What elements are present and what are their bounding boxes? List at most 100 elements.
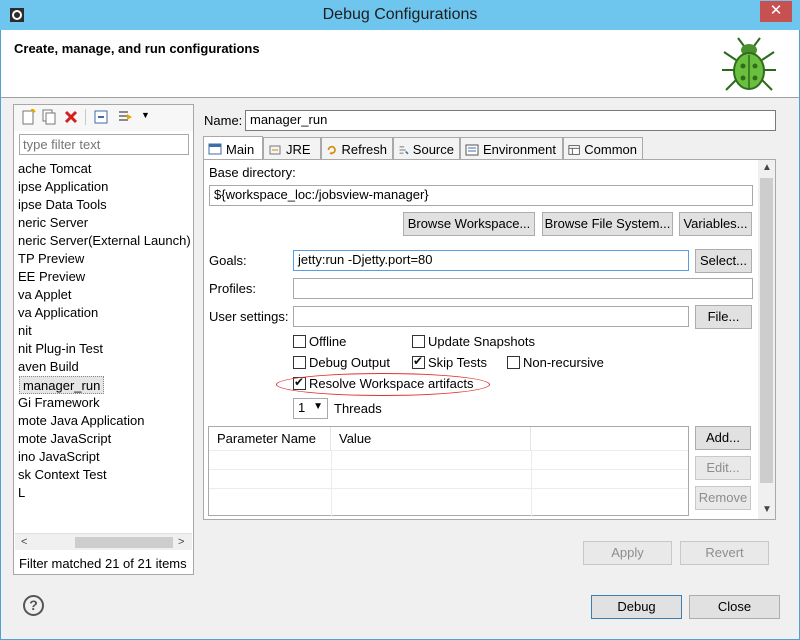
profiles-input[interactable] (293, 278, 753, 299)
new-configuration-icon[interactable] (20, 109, 36, 125)
scroll-left-icon[interactable]: < (21, 534, 27, 551)
toolbar-separator (85, 109, 86, 125)
tab-environment-label: Environment (483, 142, 556, 157)
offline-checkbox[interactable] (293, 335, 306, 348)
tree-item[interactable]: neric Server (18, 214, 88, 232)
tree-item[interactable]: Gi Framework (18, 394, 100, 412)
highlight-annotation (276, 373, 490, 396)
non-recursive-checkbox[interactable] (507, 356, 520, 369)
tab-jre[interactable]: JRE (263, 137, 321, 159)
add-parameter-button[interactable]: Add... (695, 426, 751, 450)
threads-label: Threads (334, 401, 382, 416)
tab-source[interactable]: Source (393, 137, 460, 159)
variables-button[interactable]: Variables... (679, 212, 752, 236)
tab-source-label: Source (412, 142, 454, 157)
help-icon[interactable]: ? (23, 595, 44, 616)
non-recursive-label: Non-recursive (523, 355, 604, 370)
debug-button[interactable]: Debug (591, 595, 682, 619)
source-tab-icon (399, 146, 409, 154)
tree-item[interactable]: L (18, 484, 25, 502)
profiles-label: Profiles: (209, 281, 256, 296)
window-close-button[interactable]: ✕ (760, 1, 792, 22)
chevron-down-icon[interactable]: ▼ (141, 110, 150, 120)
parameters-table[interactable]: Parameter Name Value (208, 426, 689, 516)
refresh-tab-icon (327, 145, 336, 155)
tree-item[interactable]: va Application (18, 304, 98, 322)
tree-item[interactable]: nit (18, 322, 32, 340)
param-value-header[interactable]: Value (331, 427, 531, 450)
tab-common[interactable]: Common (563, 137, 643, 159)
goals-input[interactable]: jetty:run -Djetty.port=80 (293, 250, 689, 271)
column-divider (331, 450, 332, 516)
tree-item[interactable]: nit Plug-in Test (18, 340, 103, 358)
filter-input[interactable] (19, 134, 189, 155)
threads-value: 1 (298, 400, 306, 415)
horizontal-scrollbar[interactable]: < > (15, 533, 192, 550)
user-settings-label: User settings: (209, 309, 289, 324)
table-row[interactable] (209, 469, 688, 487)
goals-label: Goals: (209, 253, 247, 268)
debug-output-label: Debug Output (309, 355, 390, 370)
scroll-thumb[interactable] (75, 537, 173, 548)
skip-tests-label: Skip Tests (428, 355, 488, 370)
tree-item[interactable]: EE Preview (18, 268, 85, 286)
browse-file-system-button[interactable]: Browse File System... (542, 212, 673, 236)
select-goals-button[interactable]: Select... (695, 249, 752, 273)
browse-workspace-button[interactable]: Browse Workspace... (403, 212, 535, 236)
collapse-all-icon[interactable] (93, 109, 109, 125)
update-snapshots-checkbox[interactable] (412, 335, 425, 348)
tree-item[interactable]: mote Java Application (18, 412, 144, 430)
environment-tab-icon (465, 144, 479, 155)
tree-item[interactable]: sk Context Test (18, 466, 107, 484)
tree-item[interactable]: ino JavaScript (18, 448, 100, 466)
scroll-up-icon[interactable]: ▲ (762, 162, 772, 173)
vscroll-thumb[interactable] (760, 178, 773, 483)
tab-main-label: Main (226, 141, 255, 157)
param-name-header[interactable]: Parameter Name (209, 427, 331, 450)
edit-parameter-button[interactable]: Edit... (695, 456, 751, 480)
tab-refresh[interactable]: Refresh (321, 137, 393, 159)
update-snapshots-label: Update Snapshots (428, 334, 535, 349)
debug-output-checkbox[interactable] (293, 356, 306, 369)
name-input[interactable]: manager_run (245, 110, 776, 131)
file-button[interactable]: File... (695, 305, 752, 329)
delete-icon[interactable] (63, 109, 79, 125)
close-button[interactable]: Close (689, 595, 780, 619)
vertical-scrollbar[interactable]: ▲ ▼ (758, 160, 775, 519)
config-toolbar: ▼ (14, 105, 193, 131)
scroll-right-icon[interactable]: > (178, 534, 184, 551)
duplicate-icon[interactable] (41, 109, 57, 125)
threads-select[interactable]: 1 ▼ (293, 398, 328, 419)
tree-item[interactable]: ipse Data Tools (18, 196, 107, 214)
remove-parameter-button[interactable]: Remove (695, 486, 751, 510)
tree-item[interactable]: TP Preview (18, 250, 84, 268)
name-label: Name: (204, 113, 243, 128)
tree-item[interactable]: ache Tomcat (18, 160, 91, 178)
base-directory-label: Base directory: (209, 165, 296, 180)
tree-item[interactable]: mote JavaScript (18, 430, 111, 448)
tree-item[interactable]: ipse Application (18, 178, 108, 196)
column-divider (531, 450, 532, 516)
user-settings-input[interactable] (293, 306, 689, 327)
revert-button[interactable]: Revert (680, 541, 769, 565)
tab-main[interactable]: Main (203, 136, 263, 159)
configuration-list-panel: ▼ ache Tomcatipse Applicationipse Data T… (13, 104, 194, 575)
apply-button[interactable]: Apply (583, 541, 672, 565)
table-row[interactable] (209, 488, 688, 506)
scroll-down-icon[interactable]: ▼ (762, 504, 772, 515)
skip-tests-checkbox[interactable] (412, 354, 425, 369)
tab-environment[interactable]: Environment (460, 137, 563, 159)
jre-tab-icon (269, 145, 281, 154)
tree-item[interactable]: aven Build (18, 358, 79, 376)
table-row[interactable] (209, 450, 688, 468)
tree-item-selected[interactable]: manager_run (19, 376, 105, 394)
common-tab-icon (568, 144, 580, 155)
filter-configs-icon[interactable] (117, 109, 133, 125)
tree-item[interactable]: va Applet (18, 286, 72, 304)
main-tab-icon (208, 143, 222, 155)
window-title: Debug Configurations (322, 6, 478, 23)
header-banner: Create, manage, and run configurations (1, 30, 799, 98)
tab-common-label: Common (584, 142, 637, 157)
tree-item[interactable]: neric Server(External Launch) (18, 232, 191, 250)
base-directory-input[interactable]: ${workspace_loc:/jobsview-manager} (209, 185, 753, 206)
